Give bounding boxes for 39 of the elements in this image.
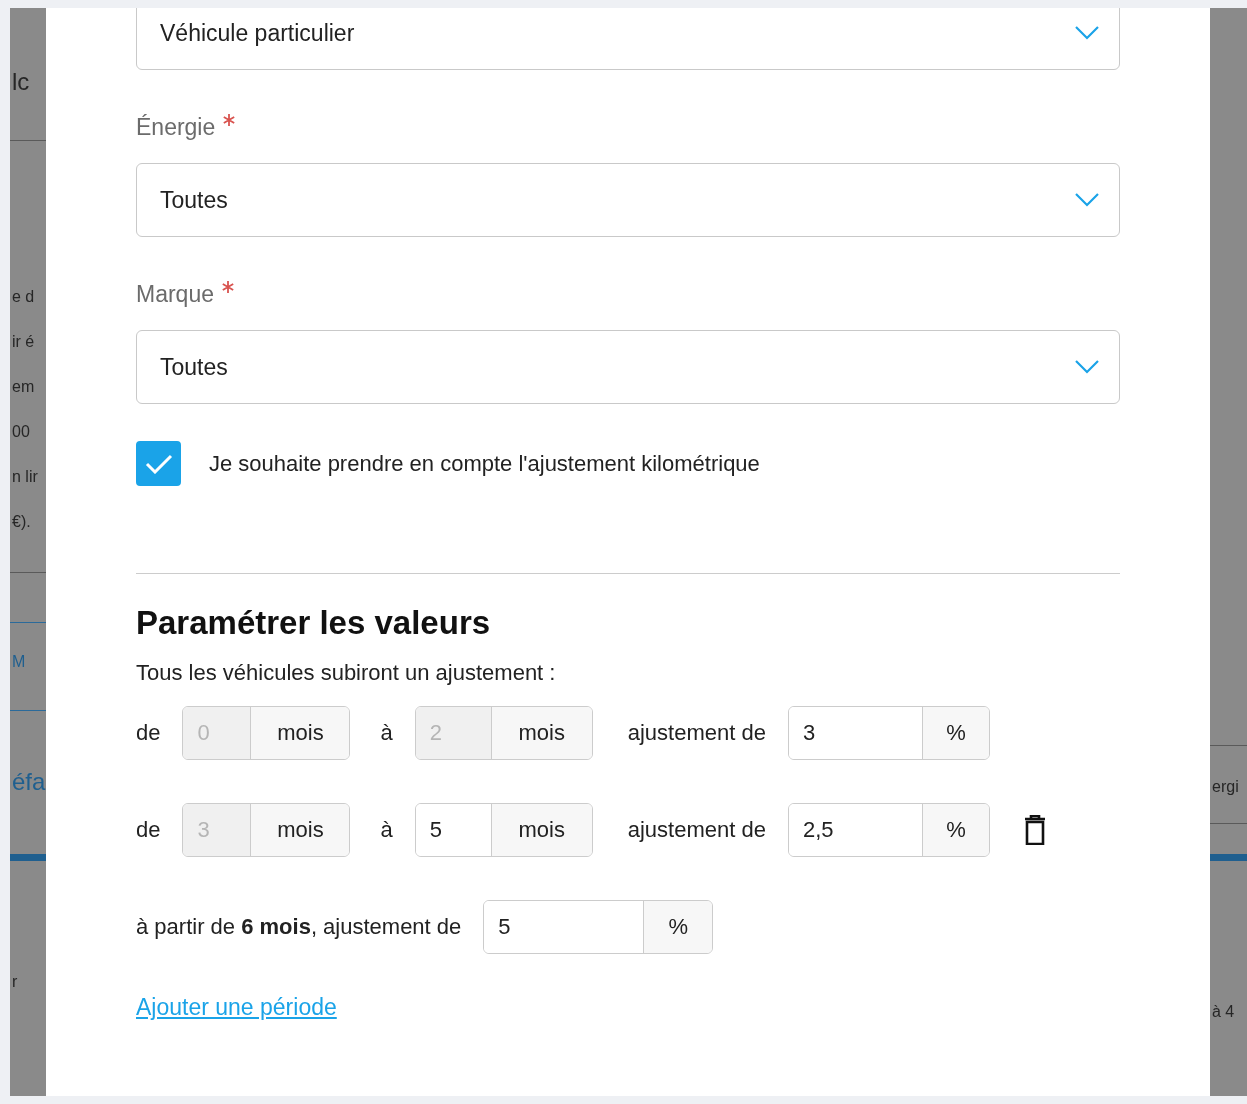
tab-underline-bar: [1210, 854, 1247, 861]
percentage-field[interactable]: 3 %: [787, 706, 990, 760]
percentage-field[interactable]: 5 %: [483, 900, 714, 954]
trash-icon[interactable]: [1023, 815, 1046, 845]
chevron-down-icon: [1075, 360, 1099, 374]
dropdown-select[interactable]: Toutes: [136, 330, 1120, 404]
checkbox-label: Je souhaite prendre en compte l'ajustement kilométrique: [209, 450, 760, 477]
section-title: Paramétrer les valeurs: [136, 604, 492, 642]
from-label: de: [136, 720, 161, 746]
background-text: r: [12, 973, 18, 991]
checkbox[interactable]: [136, 441, 181, 486]
background-text: éfa: [12, 768, 46, 796]
background-text: à 4: [1212, 1003, 1235, 1021]
vehicle-type-select[interactable]: Véhicule particulier: [136, 8, 1120, 70]
background-text: e d: [12, 288, 35, 306]
background-text: lc: [12, 68, 30, 96]
section-subtitle: Tous les véhicules subiront un ajustement :: [136, 660, 557, 686]
to-month-field[interactable]: 5 mois: [414, 803, 593, 857]
from-label: de: [136, 817, 161, 843]
background-text: M: [12, 653, 26, 671]
background-text: n lir: [12, 468, 38, 486]
adjustment-label: ajustement de: [627, 817, 766, 843]
chevron-down-icon: [1075, 26, 1099, 40]
checkmark-icon: [144, 453, 173, 474]
background-text: ergi: [1212, 778, 1239, 796]
to-label: à: [380, 817, 393, 843]
background-text: 00: [12, 423, 30, 441]
dropdown-select[interactable]: Toutes: [136, 163, 1120, 237]
to-label: à: [380, 720, 393, 746]
field-label: Marque: [136, 281, 214, 308]
background-text: €).: [12, 513, 31, 531]
chevron-down-icon: [1075, 193, 1099, 207]
percentage-field[interactable]: 2,5 %: [787, 803, 990, 857]
tab-underline-bar: [10, 854, 46, 861]
field-label: Énergie: [136, 114, 216, 141]
background-text: em: [12, 378, 35, 396]
background-text: ir é: [12, 333, 35, 351]
adjustment-label: ajustement de: [627, 720, 766, 746]
final-period-label: à partir de 6 mois, ajustement de: [136, 914, 462, 940]
